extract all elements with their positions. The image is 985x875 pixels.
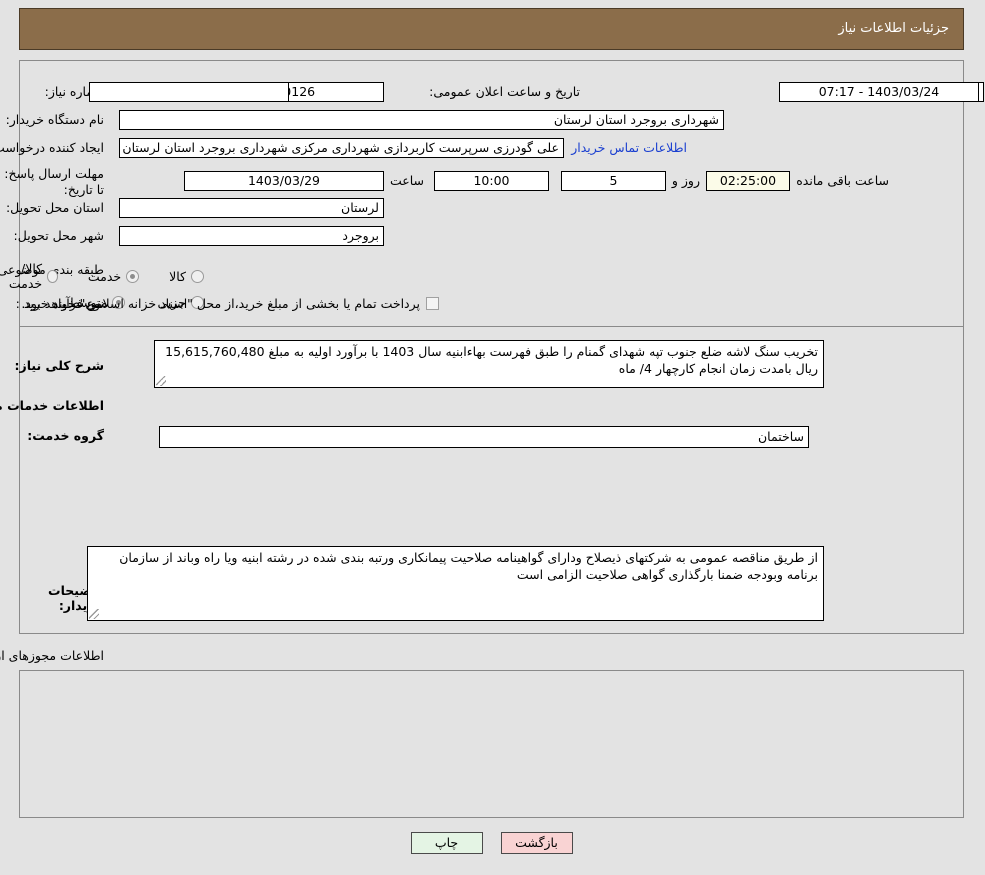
creator-label: ایجاد کننده درخواست: [0, 140, 105, 155]
back-button[interactable]: بازگشت [501, 832, 574, 854]
buyer-notes-value: از طریق مناقصه عمومی به شرکتهای ذیصلاح و… [120, 550, 819, 582]
announce-datetime-row: تاریخ و ساعت اعلان عمومی: [430, 84, 581, 99]
category-option-0-label: کالا [170, 268, 187, 284]
resize-grip-icon-notes[interactable] [90, 609, 100, 619]
deadline-time-field[interactable]: 10:00 [435, 171, 550, 191]
category-option-0[interactable]: کالا [170, 269, 205, 284]
buyer-org-row: نام دستگاه خریدار: [7, 112, 105, 127]
need-summary-value: تخریب سنگ لاشه ضلع جنوب تپه شهدای گمنام … [166, 344, 819, 376]
page-title: جزئیات اطلاعات نیاز [839, 21, 950, 36]
treasury-note-label: پرداخت تمام یا بخشی از مبلغ خرید،از محل … [22, 296, 421, 311]
services-section-title: اطلاعات خدمات مورد نیاز [0, 398, 105, 413]
province-label: استان محل تحویل: [6, 200, 105, 215]
category-option-2-label: کالا/خدمت [9, 261, 44, 291]
deadline-row: مهلت ارسال پاسخ: تا تاریخ: [0, 166, 105, 198]
city-label: شهر محل تحویل: [14, 228, 105, 243]
licenses-section-title: اطلاعات مجوزهای ارائه خدمت / کالا [0, 648, 105, 663]
countdown-field: 02:25:00 [707, 171, 791, 191]
deadline-time-label: ساعت [390, 173, 425, 188]
creator-row: ایجاد کننده درخواست: [0, 140, 105, 155]
creator-field[interactable]: علی گودرزی سرپرست کاربردازی شهرداری مرکز… [120, 138, 565, 158]
need-summary-textarea[interactable]: تخریب سنگ لاشه ضلع جنوب تپه شهدای گمنام … [155, 340, 825, 388]
city-row: شهر محل تحویل: [15, 228, 105, 243]
category-option-1-label: خدمت [88, 268, 123, 284]
buyer-notes-textarea[interactable]: از طریق مناقصه عمومی به شرکتهای ذیصلاح و… [88, 546, 825, 621]
radio-icon-goods-service[interactable] [48, 269, 59, 283]
city-field[interactable]: بروجرد [120, 226, 385, 246]
footer-buttons: بازگشت چاپ [0, 832, 985, 854]
page-header-bar: جزئیات اطلاعات نیاز [20, 8, 965, 50]
buyer-contact-link[interactable]: اطلاعات تماس خریدار [572, 140, 688, 155]
days-remaining-field[interactable]: 5 [562, 171, 667, 191]
need-summary-label: شرح کلی نیاز: [15, 358, 105, 373]
buyer-org-label: نام دستگاه خریدار: [6, 112, 105, 127]
category-radio-group: کالا خدمت کالا/خدمت [0, 261, 205, 291]
radio-icon-service[interactable] [127, 269, 141, 283]
announce-datetime-label: تاریخ و ساعت اعلان عمومی: [430, 84, 581, 99]
print-button[interactable]: چاپ [411, 832, 484, 854]
treasury-checkbox[interactable] [427, 297, 440, 310]
announce-datetime-field[interactable]: 1403/03/24 - 07:17 [780, 82, 980, 102]
announce-datetime-field-placeholder [90, 82, 290, 102]
deadline-label: مهلت ارسال پاسخ: تا تاریخ: [5, 166, 105, 197]
days-unit-label: روز و [672, 173, 701, 188]
countdown-suffix-label: ساعت باقی مانده [797, 173, 890, 188]
treasury-note-row: پرداخت تمام یا بخشی از مبلغ خرید،از محل … [22, 296, 440, 311]
service-group-field[interactable]: ساختمان [160, 426, 810, 448]
deadline-date-field[interactable]: 1403/03/29 [185, 171, 385, 191]
resize-grip-icon[interactable] [157, 376, 167, 386]
buyer-org-field[interactable]: شهرداری بروجرد استان لرستان [120, 110, 725, 130]
province-row: استان محل تحویل: [7, 200, 105, 215]
radio-icon-goods[interactable] [192, 269, 205, 283]
licenses-panel [20, 670, 965, 818]
category-option-1[interactable]: خدمت [88, 268, 141, 284]
category-option-2[interactable]: کالا/خدمت [0, 261, 59, 291]
service-group-label: گروه خدمت: [28, 428, 105, 443]
province-field[interactable]: لرستان [120, 198, 385, 218]
